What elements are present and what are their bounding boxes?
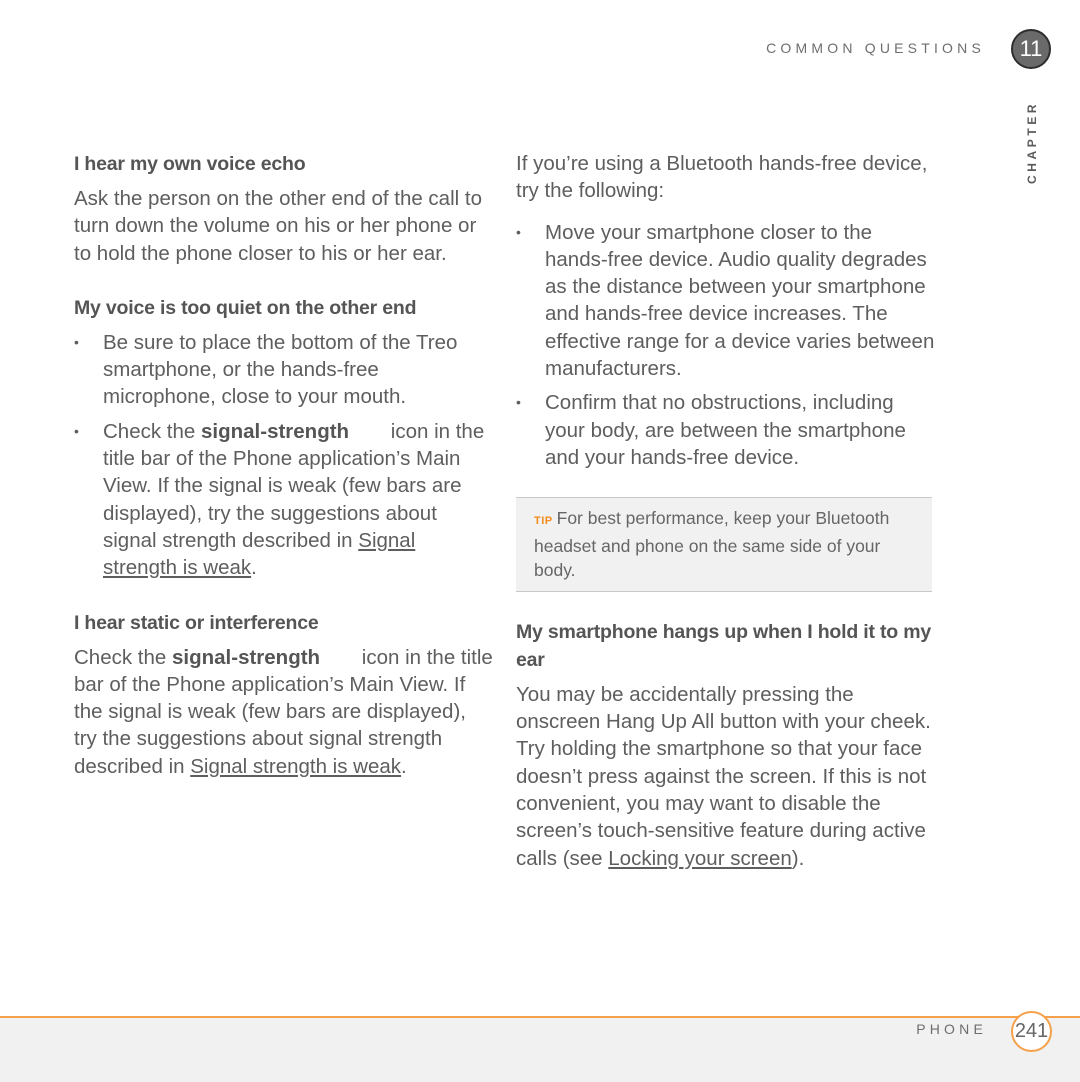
left-column: I hear my own voice echo Ask the person … — [74, 150, 494, 807]
bluetooth-intro: If you’re using a Bluetooth hands-free d… — [516, 152, 928, 203]
signal-strength-weak-link[interactable]: Signal strength is weak — [190, 755, 401, 778]
section-voice-echo: I hear my own voice echo Ask the person … — [74, 150, 494, 267]
right-column: If you’re using a Bluetooth hands-free d… — [516, 150, 936, 899]
section-title: I hear my own voice echo — [74, 153, 306, 175]
locking-your-screen-link[interactable]: Locking your screen — [608, 847, 791, 870]
section-body: You may be accidentally pressing the ons… — [516, 682, 931, 870]
list-item: • Move your smartphone closer to the han… — [516, 220, 935, 381]
section-static-interference: I hear static or interference Check the … — [74, 609, 494, 780]
bullet-icon: • — [74, 422, 79, 439]
list-item: • Check the signal-strength icon in the … — [74, 419, 485, 580]
section-title: My smartphone hangs up when I hold it to… — [516, 620, 932, 671]
bullet-icon: • — [74, 333, 79, 350]
section-body: Ask the person on the other end of the c… — [74, 187, 482, 265]
chapter-label: CHAPTER — [1025, 100, 1039, 185]
signal-strength-term: signal-strength — [201, 419, 350, 443]
footer-label: PHONE — [916, 1021, 987, 1037]
signal-strength-term: signal-strength — [172, 645, 321, 669]
section-body: Check the signal-strength icon in the ti… — [74, 645, 493, 778]
section-header-label: COMMON QUESTIONS — [766, 40, 985, 56]
tip-label: TIP — [534, 515, 553, 528]
tip-box: TIP For best performance, keep your Bluet… — [516, 497, 932, 592]
bullet-icon: • — [516, 394, 521, 411]
list-item: • Confirm that no obstructions, includin… — [516, 391, 906, 469]
section-hangs-up: My smartphone hangs up when I hold it to… — [516, 618, 936, 872]
page-number-badge: 241 — [1011, 1011, 1052, 1052]
list-item: • Be sure to place the bottom of the Tre… — [74, 330, 458, 409]
section-title: My voice is too quiet on the other end — [74, 296, 417, 319]
bullet-icon: • — [516, 223, 521, 240]
chapter-number-badge: 11 — [1011, 29, 1051, 69]
bullet-list: • Be sure to place the bottom of the Tre… — [74, 329, 494, 582]
section-voice-too-quiet: My voice is too quiet on the other end •… — [74, 294, 494, 582]
tip-text: For best performance, keep your Bluetoot… — [534, 508, 890, 581]
section-title: I hear static or interference — [74, 611, 319, 634]
bullet-list: • Move your smartphone closer to the han… — [516, 219, 936, 472]
